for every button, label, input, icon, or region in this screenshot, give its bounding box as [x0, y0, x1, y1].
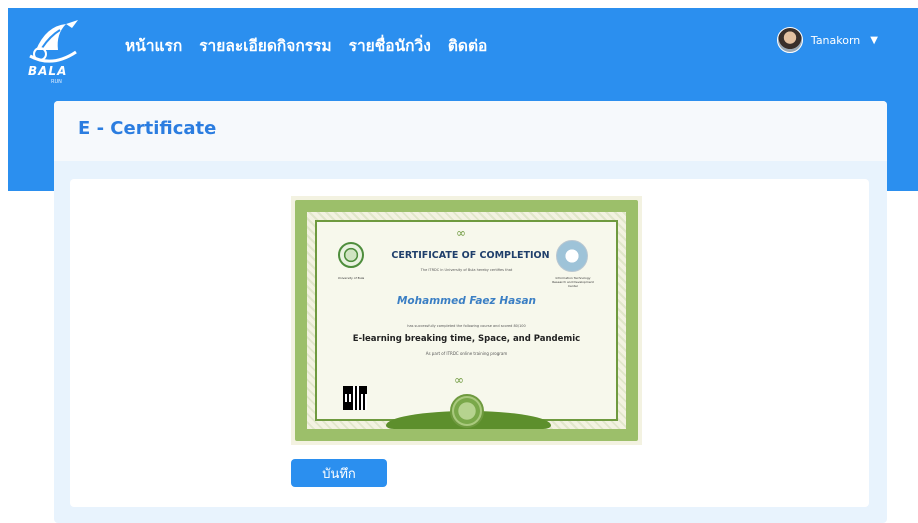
nav-item-activity-details[interactable]: รายละเอียดกิจกรรม	[199, 33, 331, 58]
avatar	[776, 27, 803, 53]
save-button[interactable]: บันทึก	[291, 459, 387, 487]
seal-icon	[450, 394, 484, 428]
left-logo-caption: University of Bula	[337, 276, 365, 280]
brand-sub: RUN	[51, 79, 62, 85]
ornament-icon: ∞	[456, 226, 466, 240]
program-statement: As part of ITRDC online training program	[425, 351, 508, 356]
nav-item-contact[interactable]: ติดต่อ	[448, 33, 488, 58]
user-menu[interactable]: Tanakorn ▼	[776, 27, 878, 53]
nav-item-home[interactable]: หน้าแรก	[125, 33, 182, 58]
brand-name: BALA	[28, 64, 68, 78]
ship-logo-icon	[29, 20, 78, 63]
certificate-subheading: The ITRDC in University of Bula hereby c…	[420, 268, 513, 272]
brand-logo[interactable]: BALA RUN	[22, 16, 82, 86]
qr-code-icon	[343, 386, 367, 410]
certificate-image: ∞ University of Bula Information Technol…	[291, 196, 642, 445]
user-name: Tanakorn	[810, 33, 861, 47]
main-nav: หน้าแรก รายละเอียดกิจกรรม รายชื่อนักวิ่ง…	[125, 33, 487, 58]
panel-title-bar: E - Certificate	[54, 101, 887, 161]
ornament-icon: ∞	[454, 373, 464, 387]
certificate-panel: E - Certificate ∞ University of Bula Inf…	[54, 101, 887, 523]
right-logo-caption: Information Technology Research and Deve…	[552, 276, 594, 288]
nav-item-runner-list[interactable]: รายชื่อนักวิ่ง	[349, 33, 431, 58]
certificate-card: ∞ University of Bula Information Technol…	[70, 179, 869, 507]
caret-down-icon: ▼	[870, 34, 878, 46]
recipient-name: Mohammed Faez Hasan	[396, 295, 537, 307]
course-title: E-learning breaking time, Space, and Pan…	[352, 334, 581, 344]
certificate-heading: CERTIFICATE OF COMPLETION	[391, 250, 550, 261]
completion-statement: has successfully completed the following…	[407, 324, 526, 328]
page-title: E - Certificate	[78, 118, 217, 139]
